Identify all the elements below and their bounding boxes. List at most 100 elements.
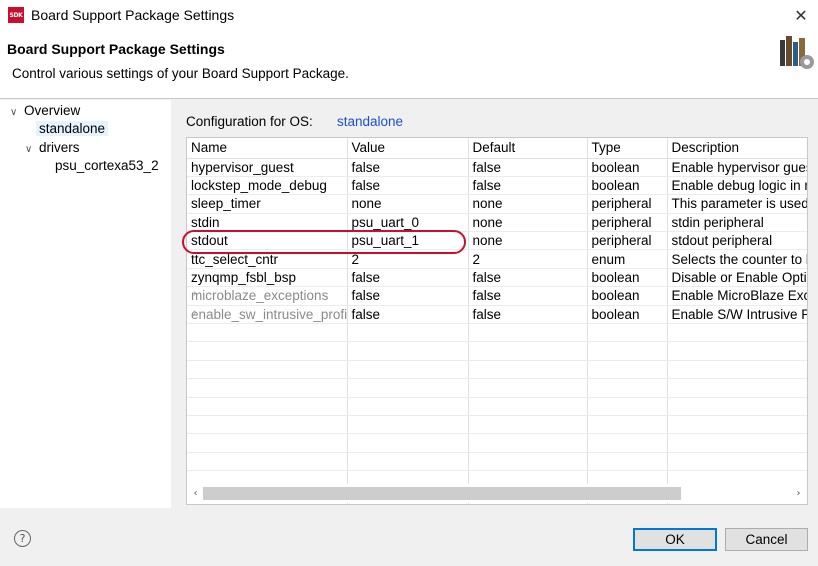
row-type: boolean [587,286,668,306]
row-default: none [468,213,588,233]
table-row[interactable]: hypervisor_guest false false boolean Ena… [187,158,807,177]
empty-row [187,378,807,398]
row-description: Selects the counter to b [667,249,807,269]
row-default: none [468,231,588,251]
tree-item-label: standalone [39,121,106,136]
scroll-right-arrow-icon[interactable]: › [790,484,807,503]
tree-item-label: drivers [39,140,80,155]
row-value[interactable]: psu_uart_0 [347,213,469,233]
row-value[interactable]: false [347,286,469,306]
row-value[interactable]: none [347,194,469,214]
properties-table: Name Value Default Type Description hype… [186,137,808,505]
row-name: enable_sw_intrusive_profiling [191,306,347,322]
window-title: Board Support Package Settings [31,7,235,23]
row-name: lockstep_mode_debug [187,176,348,196]
row-type: peripheral [587,213,668,233]
row-value[interactable]: false [347,176,469,196]
chevron-down-icon[interactable]: ∨ [10,107,24,118]
row-description: Enable debug logic in n [667,176,807,196]
column-header-type[interactable]: Type [587,138,668,159]
row-default: false [468,158,588,177]
row-value[interactable]: false [347,268,469,288]
row-description: Disable or Enable Optim [667,268,807,288]
column-header-value[interactable]: Value [347,138,469,159]
row-default: false [468,305,588,325]
books-settings-icon [780,36,814,69]
empty-row [187,323,807,343]
row-value[interactable]: false [347,158,469,177]
scroll-left-arrow-icon[interactable]: ‹ [187,484,204,503]
empty-row [187,415,807,435]
row-description: This parameter is used t [667,194,807,214]
table-row-stdout[interactable]: stdout psu_uart_1 none peripheral stdout… [187,231,807,251]
empty-row [187,433,807,453]
table-row[interactable]: zynqmp_fsbl_bsp false false boolean Disa… [187,268,807,288]
row-name: sleep_timer [187,194,348,214]
row-name-cell: ›enable_sw_intrusive_profiling [187,305,348,325]
row-description: Enable hypervisor guest [667,158,807,177]
row-type: peripheral [587,231,668,251]
table-row[interactable]: ttc_select_cntr 2 2 enum Selects the cou… [187,249,807,269]
row-name: stdin [187,213,348,233]
column-header-description[interactable]: Description [667,138,807,159]
column-header-name[interactable]: Name [187,138,348,159]
tree-item-drivers[interactable]: ∨ drivers [25,140,80,155]
table-row[interactable]: stdin psu_uart_0 none peripheral stdin p… [187,213,807,233]
table-row[interactable]: lockstep_mode_debug false false boolean … [187,176,807,196]
row-name: ttc_select_cntr [187,249,348,269]
row-default: 2 [468,249,588,269]
empty-row [187,452,807,472]
row-default: false [468,268,588,288]
cancel-button[interactable]: Cancel [725,528,808,551]
header-description: Control various settings of your Board S… [12,66,349,81]
row-description: Enable MicroBlaze Exce [667,286,807,306]
table-row[interactable]: sleep_timer none none peripheral This pa… [187,194,807,214]
table-row[interactable]: › microblaze_exceptions false false boole… [187,286,807,306]
row-type: boolean [587,268,668,288]
sdk-app-icon: SDK [8,7,24,23]
chevron-down-icon[interactable]: ∨ [25,144,39,155]
horizontal-scrollbar[interactable]: ‹ › [187,484,807,503]
row-type: enum [587,249,668,269]
column-header-default[interactable]: Default [468,138,588,159]
table-header-row: Name Value Default Type Description [187,138,807,159]
ok-button[interactable]: OK [633,528,717,551]
row-name: zynqmp_fsbl_bsp [187,268,348,288]
tree-item-standalone[interactable]: standalone [36,121,109,136]
row-name: stdout [187,231,348,251]
row-default: none [468,194,588,214]
help-icon[interactable]: ? [14,530,31,547]
chevron-right-icon[interactable]: › [193,288,196,299]
row-type: peripheral [587,194,668,214]
empty-row [187,341,807,361]
row-value[interactable]: false [347,305,469,325]
row-name-cell: › microblaze_exceptions [187,286,348,306]
dialog-header: Board Support Package Settings Control v… [0,31,818,99]
tree-item-label: psu_cortexa53_2 [55,158,159,173]
config-os-value: standalone [337,114,404,129]
row-type: boolean [587,176,668,196]
tree-item-label: Overview [24,103,81,118]
row-description: Enable S/W Intrusive Pr [667,305,807,325]
row-value[interactable]: psu_uart_1 [347,231,469,251]
config-os-label: Configuration for OS: [186,114,313,129]
row-default: false [468,176,588,196]
chevron-right-icon[interactable]: › [193,307,196,318]
tree-item-psu-cortexa53-2[interactable]: psu_cortexa53_2 [55,158,159,173]
row-type: boolean [587,305,668,325]
tree-item-overview[interactable]: ∨ Overview [10,103,80,118]
row-value[interactable]: 2 [347,249,469,269]
row-type: boolean [587,158,668,177]
title-bar: SDK Board Support Package Settings ✕ [0,0,818,31]
row-description: stdout peripheral [667,231,807,251]
row-description: stdin peripheral [667,213,807,233]
row-name: hypervisor_guest [187,158,348,177]
close-button[interactable]: ✕ [784,0,818,31]
row-name: microblaze_exceptions [191,288,329,304]
scrollbar-thumb[interactable] [203,487,681,500]
row-default: false [468,286,588,306]
table-row[interactable]: ›enable_sw_intrusive_profiling false fal… [187,305,807,325]
header-title: Board Support Package Settings [7,41,225,57]
empty-row [187,397,807,416]
empty-row [187,360,807,380]
